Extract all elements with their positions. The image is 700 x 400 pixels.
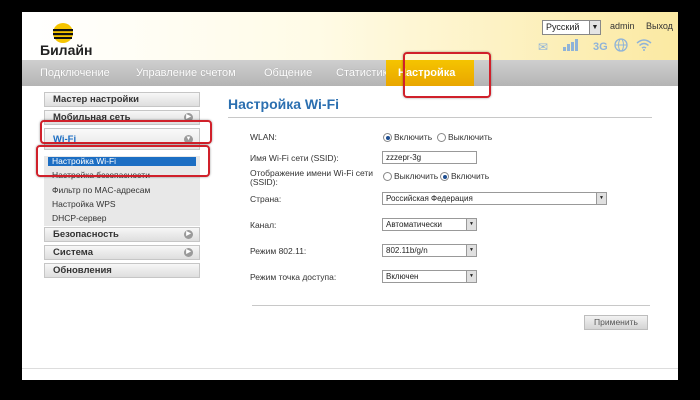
submenu-item-wps[interactable]: Настройка WPS: [52, 199, 116, 209]
wlan-off-label: Выключить: [448, 132, 493, 142]
sidebar-item-system[interactable]: Система ▶: [44, 245, 200, 260]
country-label: Страна:: [250, 194, 282, 204]
sidebar-item-security[interactable]: Безопасность ▶: [44, 227, 200, 242]
sidebar-item-label: Мастер настройки: [53, 94, 139, 105]
divider: [22, 368, 678, 369]
main-nav: Подключение Управление счетом Общение Ст…: [22, 60, 678, 86]
ap-mode-select[interactable]: Включен ▼: [382, 270, 477, 283]
router-admin-window: Билайн Русский ▼ admin Выход ✉ 3G Подклю…: [22, 12, 678, 380]
network-type: 3G: [593, 41, 608, 53]
wlan-off-radio[interactable]: [437, 133, 446, 142]
ssid-label: Имя Wi-Fi сети (SSID):: [250, 153, 339, 163]
broadcast-off-radio[interactable]: [383, 172, 392, 181]
wlan-label: WLAN:: [250, 132, 277, 142]
submenu-item-mac-filter[interactable]: Фильтр по MAC-адресам: [52, 185, 150, 195]
chevron-down-icon: ▼: [466, 271, 476, 282]
channel-label: Канал:: [250, 220, 277, 230]
broadcast-on-label: Включить: [451, 171, 490, 181]
ssid-broadcast-label-2: (SSID):: [250, 177, 278, 187]
page-title: Настройка Wi-Fi: [228, 96, 340, 112]
chevron-down-icon: ▼: [466, 219, 476, 230]
brand-name: Билайн: [40, 42, 93, 58]
chevron-right-icon: ▶: [184, 248, 193, 257]
chevron-right-icon: ▶: [184, 230, 193, 239]
tab-account[interactable]: Управление счетом: [136, 67, 236, 79]
sidebar-item-wizard[interactable]: Мастер настройки: [44, 92, 200, 107]
globe-icon: [614, 38, 628, 55]
wlan-on-radio[interactable]: [383, 133, 392, 142]
channel-select[interactable]: Автоматически ▼: [382, 218, 477, 231]
chevron-down-icon[interactable]: ▼: [589, 20, 601, 35]
chevron-down-icon: ▼: [596, 193, 606, 204]
envelope-icon[interactable]: ✉: [538, 40, 548, 54]
apply-button[interactable]: Применить: [584, 315, 648, 330]
ap-mode-label: Режим точка доступа:: [250, 272, 337, 282]
divider: [252, 305, 650, 306]
wlan-on-label: Включить: [394, 132, 433, 142]
ssid-input[interactable]: zzzepr-3g: [382, 151, 477, 164]
highlight-wifi-item: [40, 120, 212, 144]
header: Билайн Русский ▼ admin Выход ✉ 3G: [22, 12, 678, 60]
channel-value: Автоматически: [386, 220, 442, 229]
submenu-item-dhcp[interactable]: DHCP-сервер: [52, 213, 107, 223]
tab-connection[interactable]: Подключение: [40, 67, 110, 79]
logout-link[interactable]: Выход: [646, 21, 673, 31]
chevron-down-icon: ▼: [466, 245, 476, 256]
admin-link[interactable]: admin: [610, 21, 635, 31]
mode-select[interactable]: 802.11b/g/n ▼: [382, 244, 477, 257]
divider: [228, 117, 652, 118]
sidebar-item-label: Обновления: [53, 265, 112, 276]
tab-communication[interactable]: Общение: [264, 67, 312, 79]
mode-label: Режим 802.11:: [250, 246, 307, 256]
wifi-icon: [636, 38, 652, 54]
sidebar-item-label: Система: [53, 247, 93, 258]
country-select[interactable]: Российская Федерация ▼: [382, 192, 607, 205]
highlight-security-settings: [36, 145, 210, 177]
beeline-logo: Билайн: [38, 22, 128, 58]
ap-mode-value: Включен: [386, 272, 419, 281]
signal-bars-icon: [563, 38, 581, 54]
country-value: Российская Федерация: [386, 194, 473, 203]
broadcast-off-label: Выключить: [394, 171, 439, 181]
mode-value: 802.11b/g/n: [386, 246, 428, 255]
language-select[interactable]: Русский: [542, 20, 593, 35]
highlight-settings-tab: [403, 52, 491, 98]
sidebar-item-updates[interactable]: Обновления: [44, 263, 200, 278]
broadcast-on-radio[interactable]: [440, 172, 449, 181]
sidebar-item-label: Безопасность: [53, 229, 119, 240]
